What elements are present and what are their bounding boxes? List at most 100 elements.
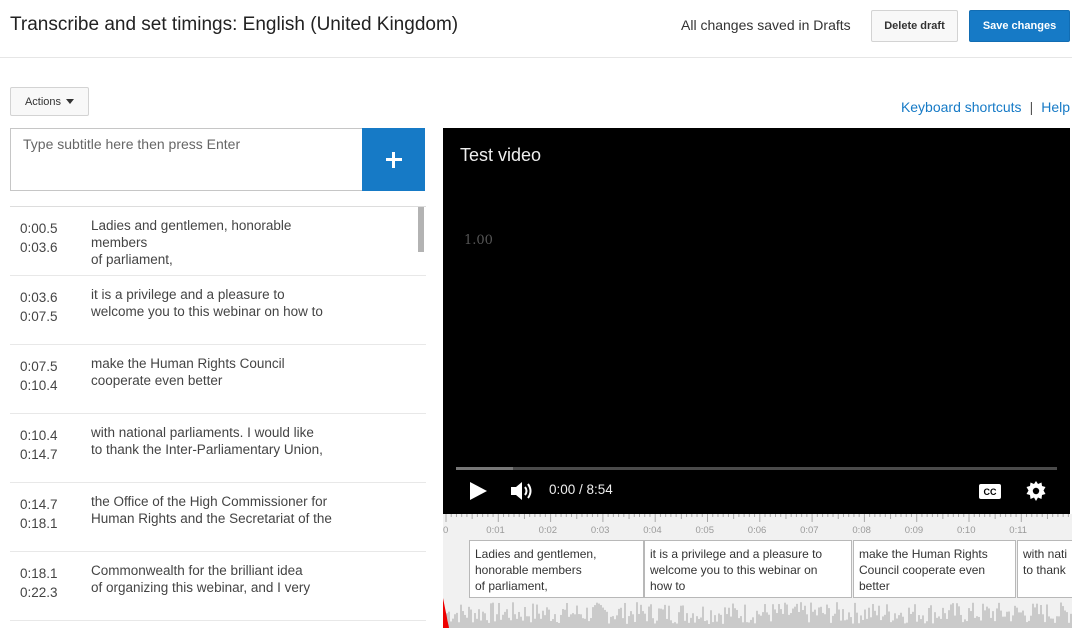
save-status: All changes saved in Drafts — [681, 17, 851, 33]
subtitle-text-line: cooperate even better — [91, 373, 223, 388]
subtitle-text-line: of parliament, — [91, 252, 173, 267]
page-title: Transcribe and set timings: English (Uni… — [10, 14, 459, 35]
help-links: Keyboard shortcuts | Help — [901, 99, 1070, 115]
plus-icon-vertical — [392, 151, 395, 168]
timecode: 0:00 / 8:54 — [549, 482, 613, 497]
gear-icon[interactable] — [1026, 481, 1046, 501]
subtitle-row[interactable]: 0:18.1 0:22.3 Commonwealth for the brillia… — [10, 552, 426, 621]
timeline-tick-label: 0:02 — [538, 525, 558, 536]
video-title: Test video — [460, 145, 542, 165]
subtitle-text-line: Ladies and gentlemen, honorable — [91, 218, 292, 233]
subtitle-end-time[interactable]: 0:18.1 — [20, 514, 58, 533]
subtitle-text-line: Commonwealth for the brilliant idea — [91, 563, 303, 578]
delete-draft-button[interactable]: Delete draft — [871, 10, 958, 42]
caret-down-icon — [66, 99, 75, 104]
timeline-tick-label: 0:10 — [957, 525, 976, 536]
actions-dropdown[interactable]: Actions — [10, 87, 89, 116]
timeline-cue[interactable]: make the Human Rights Council cooperate e… — [853, 540, 1016, 598]
timeline-tick-label: 0:08 — [852, 525, 871, 536]
timeline[interactable]: 0 0:01 0:02 0:03 0:04 0:05 0:06 0:07 0:08 0:09 0:1… — [443, 514, 1072, 628]
audio-waveform — [446, 602, 1072, 628]
save-changes-button[interactable]: Save changes — [969, 10, 1070, 42]
play-icon[interactable] — [470, 482, 487, 500]
timeline-tick-label: 0:01 — [486, 525, 505, 536]
volume-icon[interactable] — [509, 480, 537, 502]
subtitle-times[interactable]: 0:03.6 0:07.5 — [20, 288, 58, 326]
timeline-cue-line: welcome you to this webinar on — [650, 563, 818, 577]
subtitle-text[interactable]: Ladies and gentlemen, honorable members of… — [91, 217, 341, 268]
cc-icon[interactable]: CC — [979, 484, 1001, 499]
timeline-cue-line: Ladies and gentlemen, — [475, 547, 597, 561]
subtitle-text-line: of organizing this webinar, and I very — [91, 580, 311, 595]
subtitle-text[interactable]: with national parliaments. I would like t… — [91, 424, 341, 458]
timeline-tick-label: 0:05 — [695, 525, 715, 536]
subtitle-text-line: make the Human Rights Council — [91, 356, 285, 371]
help-link[interactable]: Help — [1041, 99, 1070, 115]
subtitle-text-line: members — [91, 235, 148, 250]
page-header: Transcribe and set timings: English (Uni… — [0, 0, 1072, 58]
subtitle-times[interactable]: 0:14.7 0:18.1 — [20, 495, 58, 533]
actions-label: Actions — [24, 95, 62, 108]
progress-bar-fill — [456, 467, 514, 470]
subtitle-end-time[interactable]: 0:14.7 — [20, 445, 58, 464]
subtitle-list: 0:00.5 0:03.6 Ladies and gentlemen, honora… — [10, 206, 426, 628]
subtitle-input[interactable]: Type subtitle here then press Enter — [10, 128, 362, 191]
timeline-cue-line: honorable members — [475, 563, 582, 577]
timeline-cue-line: make the Human Rights — [859, 547, 988, 561]
timeline-tick-label: 0 — [443, 525, 449, 536]
timeline-cue-line: Council cooperate even — [859, 563, 986, 577]
timeline-tick-label: 0:04 — [643, 525, 662, 536]
timeline-cue[interactable]: Ladies and gentlemen, honorable members of… — [469, 540, 644, 598]
subtitle-times[interactable]: 0:18.1 0:22.3 — [20, 564, 58, 602]
subtitle-text[interactable]: Commonwealth for the brilliant idea of or… — [91, 562, 341, 596]
timeline-cue-line: it is a privilege and a pleasure to — [650, 547, 823, 561]
playhead[interactable] — [443, 598, 449, 628]
subtitle-row[interactable]: 0:14.7 0:18.1 the Office of the High Commi… — [10, 483, 426, 552]
add-subtitle-button[interactable] — [362, 128, 425, 191]
subtitle-row[interactable]: 0:07.5 0:10.4 make the Human Rights Counci… — [10, 345, 426, 414]
subtitle-start-time[interactable]: 0:03.6 — [20, 288, 58, 307]
subtitle-text-line: welcome you to this webinar on how to — [91, 304, 323, 319]
subtitle-times[interactable]: 0:00.5 0:03.6 — [20, 219, 58, 257]
subtitle-end-time[interactable]: 0:10.4 — [20, 376, 58, 395]
subtitle-text-line: it is a privilege and a pleasure to — [91, 287, 285, 302]
subtitle-input-placeholder: Type subtitle here then press Enter — [23, 136, 241, 152]
timeline-cue-line: better — [859, 579, 890, 593]
keyboard-shortcuts-link[interactable]: Keyboard shortcuts — [901, 99, 1022, 115]
subtitle-text[interactable]: the Office of the High Commissioner for H… — [91, 493, 341, 527]
timeline-tick-label: 0:06 — [747, 525, 767, 536]
subtitle-times[interactable]: 0:10.4 0:14.7 — [20, 426, 58, 464]
subtitle-row[interactable]: 0:10.4 0:14.7 with national parliaments. I… — [10, 414, 426, 483]
video-player[interactable]: Test video 1.00 0:00 / 8:54 CC — [443, 128, 1070, 514]
subtitle-text-line: to thank the Inter-Parliamentary Union, — [91, 442, 323, 457]
subtitle-row[interactable]: 0:03.6 0:07.5 it is a privilege and a plea… — [10, 276, 426, 345]
subtitle-start-time[interactable]: 0:00.5 — [20, 219, 58, 238]
timeline-tick-label: 0:11 — [1009, 525, 1028, 536]
timeline-tick-label: 0:07 — [800, 525, 819, 536]
subtitle-start-time[interactable]: 0:18.1 — [20, 564, 58, 583]
subtitle-text-line: Human Rights and the Secretariat of the — [91, 511, 332, 526]
subtitle-end-time[interactable]: 0:22.3 — [20, 583, 58, 602]
subtitle-row[interactable]: 0:00.5 0:03.6 Ladies and gentlemen, honora… — [10, 207, 426, 276]
progress-bar[interactable] — [456, 467, 1057, 470]
subtitle-start-time[interactable]: 0:10.4 — [20, 426, 58, 445]
subtitle-text[interactable]: it is a privilege and a pleasure to welco… — [91, 286, 341, 320]
timeline-cue-line: of parliament, — [475, 579, 548, 593]
subtitle-start-time[interactable]: 0:14.7 — [20, 495, 58, 514]
subtitle-text[interactable]: make the Human Rights Council cooperate e… — [91, 355, 341, 389]
subtitle-end-time[interactable]: 0:03.6 — [20, 238, 58, 257]
timeline-tick-label: 0:09 — [904, 525, 924, 536]
timeline-cue[interactable]: with nati to thank — [1017, 540, 1072, 598]
link-separator: | — [1029, 99, 1034, 115]
timeline-cue[interactable]: it is a privilege and a pleasure to welco… — [644, 540, 852, 598]
subtitle-start-time[interactable]: 0:07.5 — [20, 357, 58, 376]
timeline-ruler — [445, 514, 1069, 522]
timeline-cue-line: to thank — [1023, 563, 1066, 577]
subtitle-text-line: the Office of the High Commissioner for — [91, 494, 328, 509]
timeline-cue-line: how to — [650, 579, 686, 593]
subtitle-list-scrollbar[interactable] — [418, 207, 424, 252]
playback-speed: 1.00 — [464, 233, 493, 248]
subtitle-end-time[interactable]: 0:07.5 — [20, 307, 58, 326]
subtitle-times[interactable]: 0:07.5 0:10.4 — [20, 357, 58, 395]
timeline-tick-label: 0:03 — [590, 525, 610, 536]
